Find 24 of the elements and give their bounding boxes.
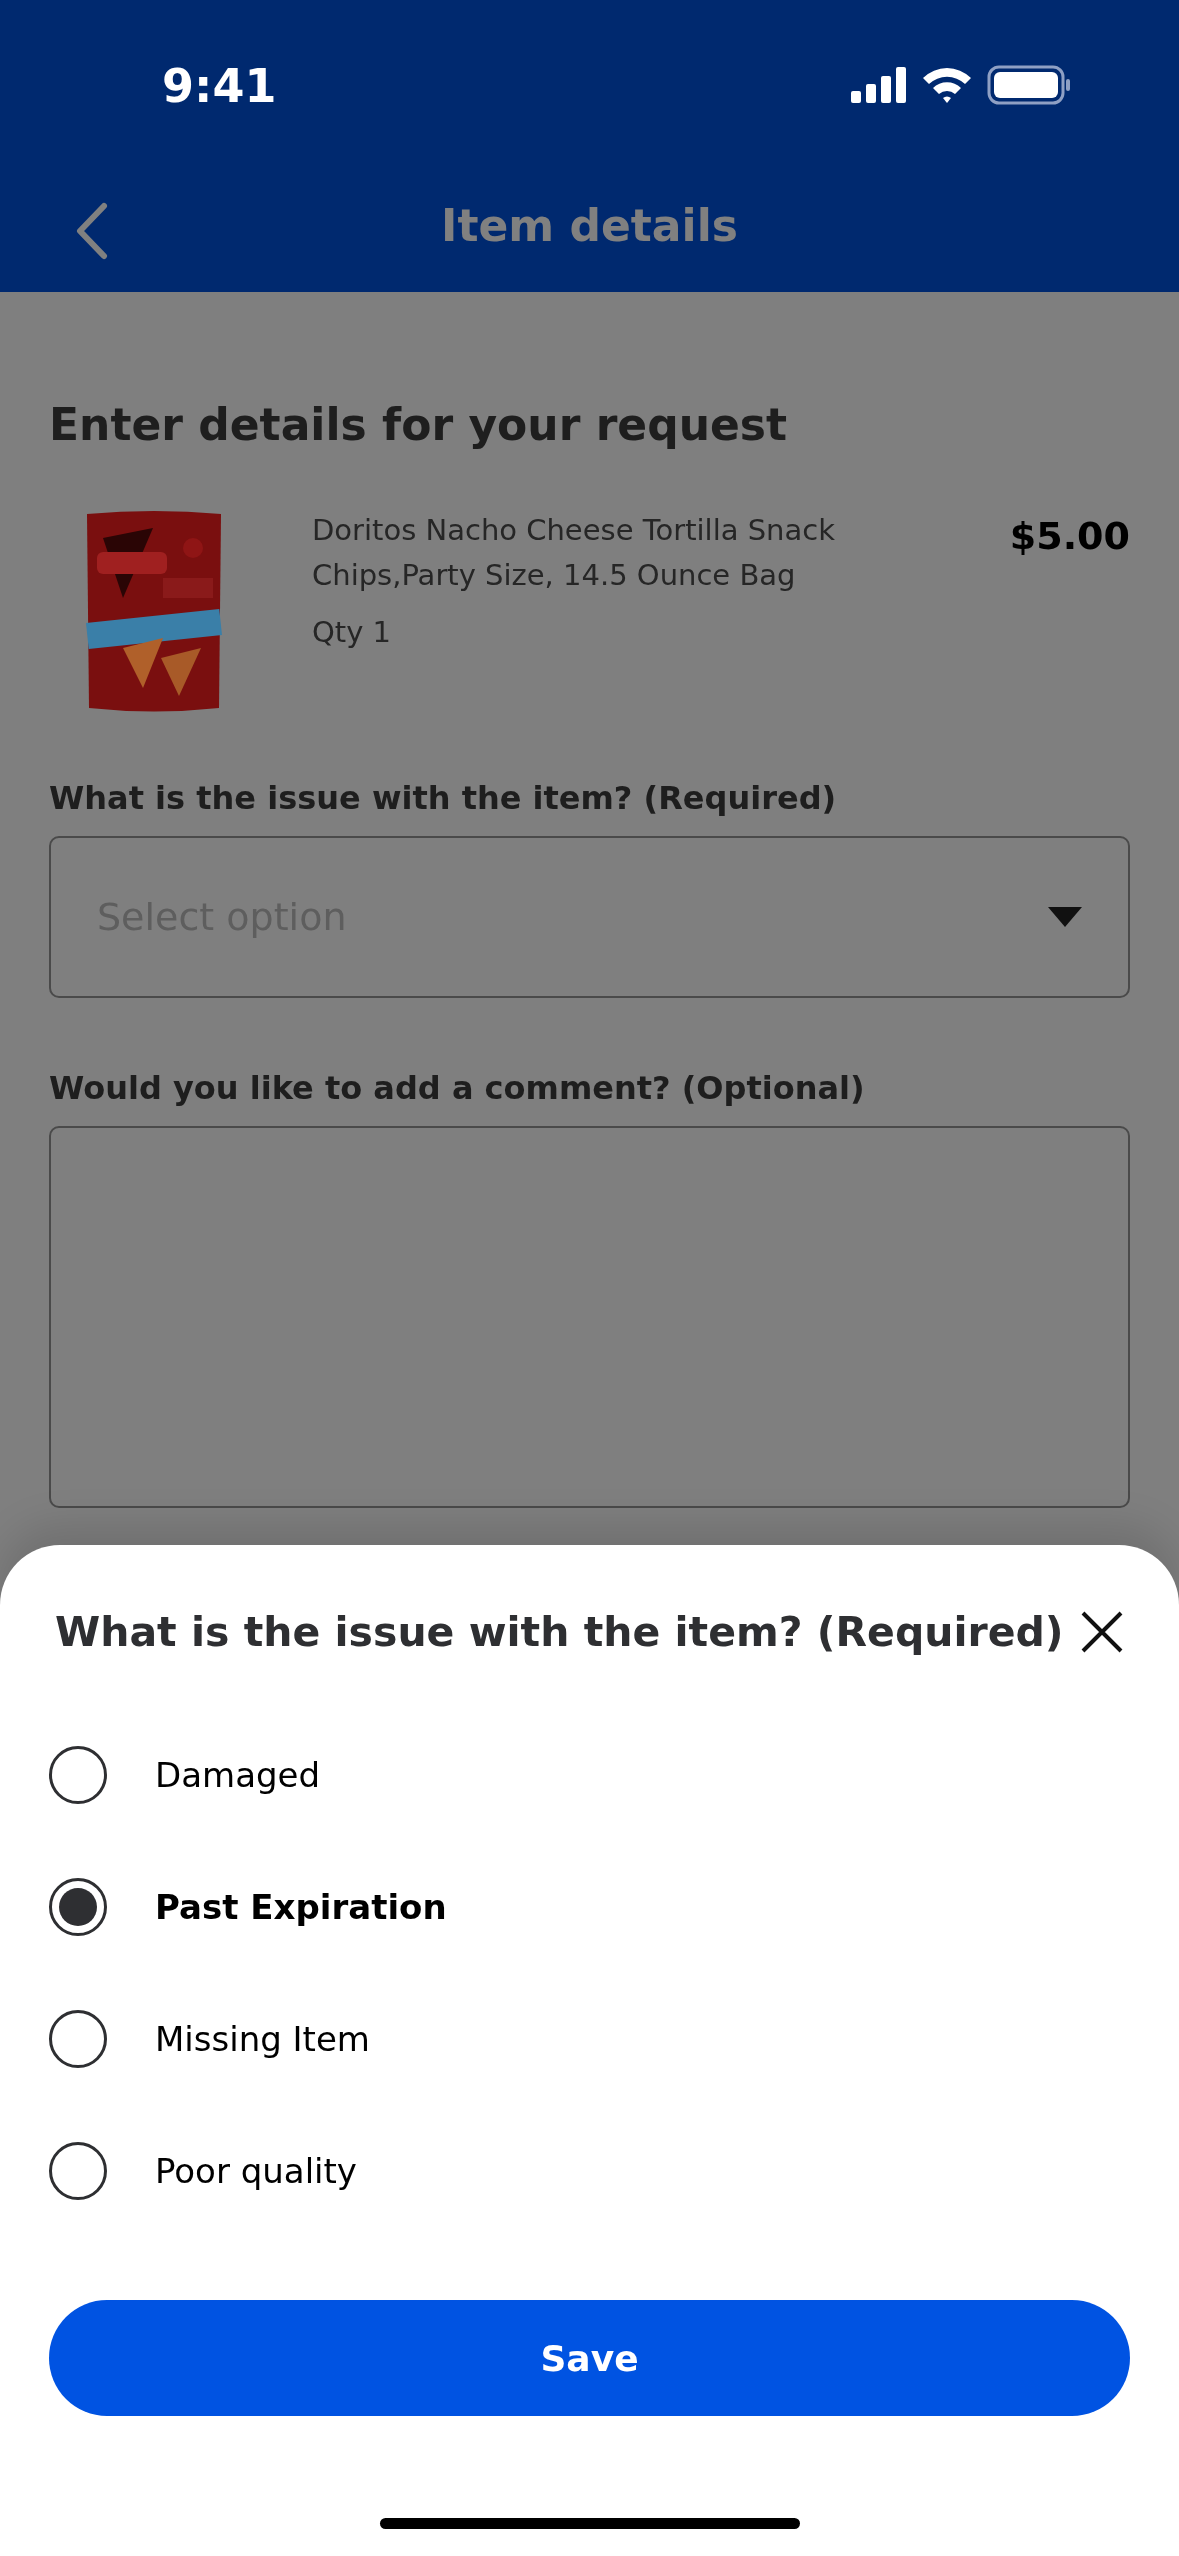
- status-time: 9:41: [162, 58, 277, 113]
- field-label: What is the issue with the item? (Required): [49, 778, 838, 819]
- radio-button[interactable]: [49, 2142, 107, 2200]
- radio-button[interactable]: [49, 2010, 107, 2068]
- page-title: Item details: [441, 199, 738, 251]
- option-label: Missing Item: [155, 2019, 370, 2059]
- radio-button[interactable]: [49, 1878, 107, 1936]
- close-button[interactable]: [1080, 1610, 1124, 1654]
- radio-button[interactable]: [49, 1746, 107, 1804]
- option-label: Past Expiration: [155, 1887, 447, 1927]
- battery-icon: [987, 65, 1071, 105]
- dropdown-caret-icon: [1048, 907, 1082, 927]
- option-label: Damaged: [155, 1755, 321, 1795]
- signal-icon: [851, 67, 907, 103]
- product-quantity: Qty 1: [312, 614, 393, 651]
- sheet-title: What is the issue with the item? (Required): [55, 1607, 1064, 1658]
- section-heading: Enter details for your request: [49, 398, 789, 452]
- field-label: Would you like to add a comment? (Optional): [49, 1068, 866, 1109]
- comment-field[interactable]: [49, 1126, 1130, 1508]
- wifi-icon: [921, 66, 973, 104]
- product-price: $5.00: [1009, 514, 1130, 558]
- save-button[interactable]: Save: [49, 2300, 1130, 2416]
- option-label: Poor quality: [155, 2151, 357, 2191]
- product-name: Doritos Nacho Cheese Tortilla Snack Chips,Party Size, 14.5 Ounce Bag: [312, 512, 836, 594]
